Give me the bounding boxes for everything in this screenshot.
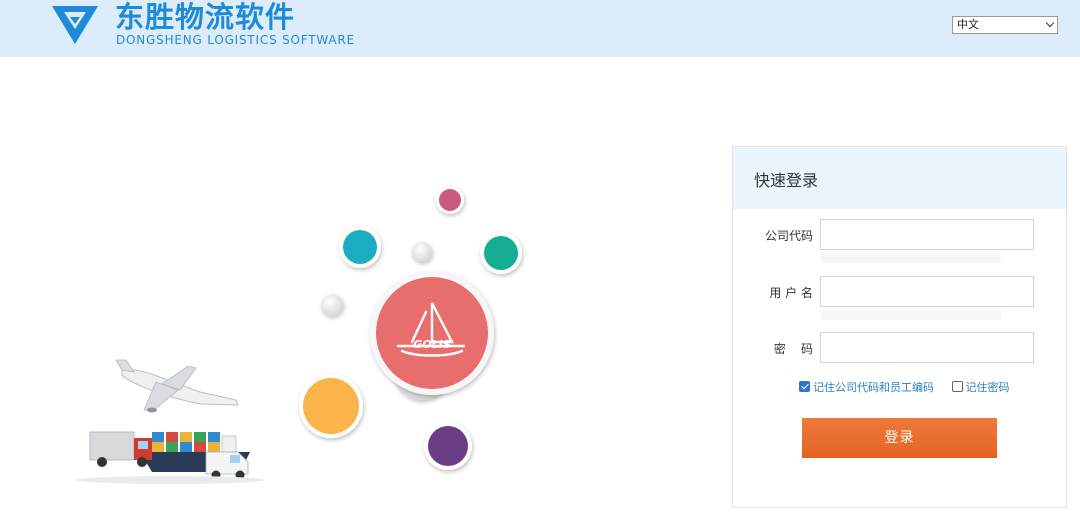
input-hint-bar [821, 253, 1001, 263]
emblem-text: GOLIS [413, 338, 450, 351]
top-header: 东胜物流软件 DONGSHENG LOGISTICS SOFTWARE 中文 [0, 0, 1080, 57]
company-code-input[interactable] [820, 219, 1034, 250]
remember-password-label: 记住密码 [965, 381, 1010, 394]
chevron-down-icon [1045, 18, 1055, 28]
logistics-illustration: GOLIS [75, 186, 522, 484]
red-truck-icon [89, 431, 152, 467]
logo-chinese-title: 东胜物流软件 [115, 0, 296, 34]
login-panel: 快速登录 公司代码 用 户 名 密 码 记住公司代码和员工编码 记住密码 登录 [732, 146, 1067, 508]
login-button[interactable]: 登录 [802, 418, 997, 458]
input-hint-bar [821, 310, 1001, 320]
login-title: 快速登录 [754, 171, 819, 190]
gray-bubble [321, 294, 343, 316]
password-row: 密 码 [733, 332, 1068, 364]
language-selected-value: 中文 [957, 18, 979, 31]
remember-password-checkbox[interactable] [951, 381, 963, 392]
login-panel-header: 快速登录 [733, 147, 1066, 209]
username-input[interactable] [820, 276, 1034, 307]
company-code-label: 公司代码 [764, 229, 813, 243]
gray-bubble [412, 242, 432, 262]
remember-company-checkbox[interactable] [799, 381, 810, 392]
language-select[interactable]: 中文 [952, 16, 1058, 34]
remember-options: 记住公司代码和员工编码 记住密码 [799, 379, 1010, 395]
password-label: 密 码 [773, 342, 813, 356]
airplane-icon [115, 359, 239, 413]
remember-company-option[interactable]: 记住公司代码和员工编码 [799, 379, 934, 395]
company-code-row: 公司代码 [733, 219, 1068, 263]
logo-diamond-icon [52, 6, 98, 44]
remember-password-option[interactable]: 记住密码 [951, 379, 1010, 395]
logo-english-subtitle: DONGSHENG LOGISTICS SOFTWARE [116, 33, 355, 47]
white-van-icon [205, 451, 249, 480]
username-label: 用 户 名 [769, 286, 813, 300]
remember-company-label: 记住公司代码和员工编码 [813, 381, 934, 394]
password-input[interactable] [820, 332, 1034, 363]
username-row: 用 户 名 [733, 276, 1068, 320]
